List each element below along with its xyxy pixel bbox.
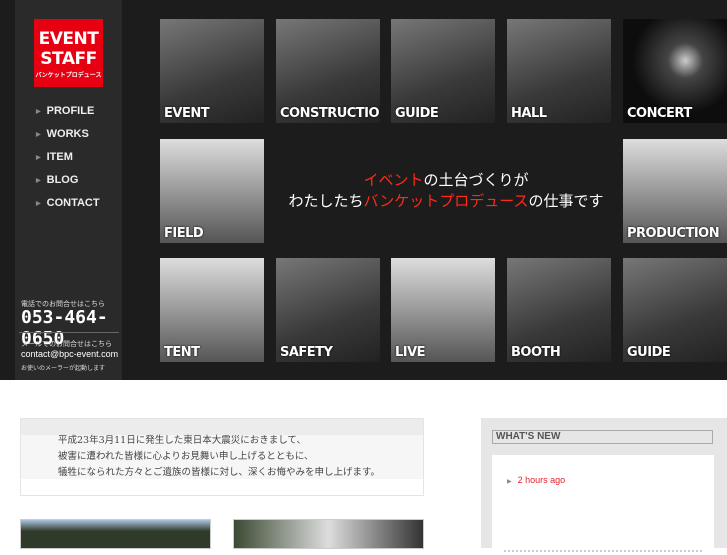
divider bbox=[19, 332, 119, 333]
tile-tent[interactable]: TENT bbox=[160, 258, 264, 362]
mail-caption: メールでのお問合せはこちら bbox=[21, 341, 112, 348]
tile-construction[interactable]: CONSTRUCTION bbox=[276, 19, 380, 123]
email-link[interactable]: contact@bpc-event.com bbox=[21, 349, 118, 359]
tile-hall[interactable]: HALL bbox=[507, 19, 611, 123]
nav-profile[interactable]: ▶ PROFILE bbox=[36, 105, 94, 117]
nav-contact[interactable]: ▶ CONTACT bbox=[36, 197, 100, 209]
divider bbox=[504, 550, 702, 552]
tile-field[interactable]: FIELD bbox=[160, 139, 264, 243]
tile-guide[interactable]: GUIDE bbox=[391, 19, 495, 123]
nav-item[interactable]: ▶ ITEM bbox=[36, 151, 73, 163]
tile-event[interactable]: EVENT bbox=[160, 19, 264, 123]
tile-production[interactable]: PRODUCTION bbox=[623, 139, 727, 243]
sidebar: EVENT STAFF バンケットプロデュース ▶ PROFILE ▶ WORKS ▶… bbox=[15, 0, 122, 380]
condolence-notice: 平成23年3月11日に発生した東日本大震災におきまして、 被害に遭われた皆様に心… bbox=[20, 418, 424, 496]
slogan: イベントの土台づくりが わたしたちバンケットプロデュースの仕事です bbox=[288, 171, 604, 210]
mail-note: お使いのメーラーが起動します bbox=[21, 366, 106, 372]
news-list: ▶ 2 hours ago bbox=[492, 455, 714, 555]
tile-guide-2[interactable]: GUIDE bbox=[623, 258, 727, 362]
tile-live[interactable]: LIVE bbox=[391, 258, 495, 362]
logo[interactable]: EVENT STAFF バンケットプロデュース bbox=[34, 19, 103, 87]
whats-new-panel: WHAT'S NEW ▶ 2 hours ago bbox=[481, 418, 727, 555]
nav-blog[interactable]: ▶ BLOG bbox=[36, 174, 78, 186]
news-item[interactable]: ▶ 2 hours ago bbox=[507, 475, 565, 485]
tile-concert[interactable]: CONCERT bbox=[623, 19, 727, 123]
whats-new-title: WHAT'S NEW bbox=[492, 430, 713, 444]
tile-safety[interactable]: SAFETY bbox=[276, 258, 380, 362]
tile-booth[interactable]: BOOTH bbox=[507, 258, 611, 362]
nav-works[interactable]: ▶ WORKS bbox=[36, 128, 89, 140]
